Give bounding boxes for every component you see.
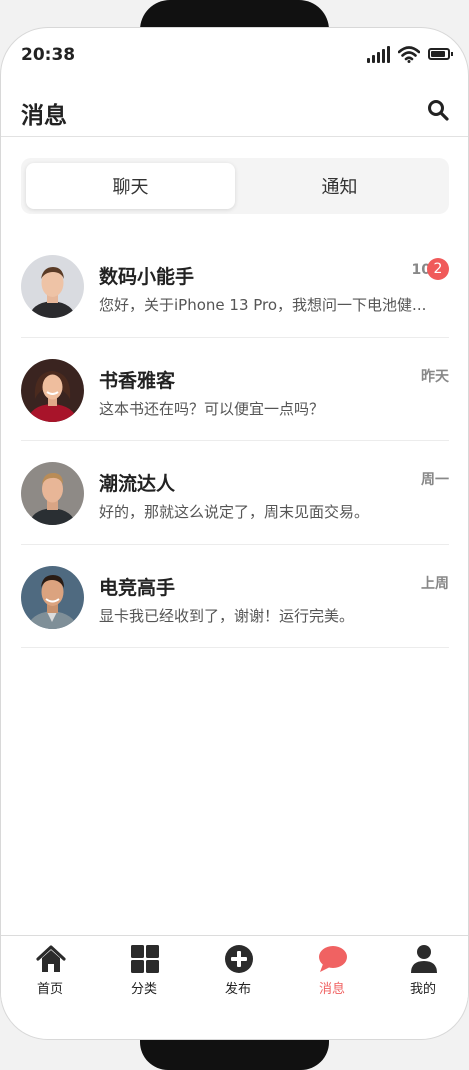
nav-messages[interactable]: 消息	[285, 944, 379, 1000]
chat-tabs: 聊天 通知	[21, 158, 449, 214]
chat-item[interactable]: 数码小能手 您好，关于iPhone 13 Pro，我想问一下电池健... 10 …	[21, 234, 449, 338]
plus-circle-icon	[225, 945, 253, 973]
status-bar: 20:38	[1, 28, 468, 84]
page-title: 消息	[21, 103, 67, 129]
chat-time: 周一	[421, 472, 449, 488]
search-icon[interactable]	[426, 98, 450, 122]
unread-badge: 2	[427, 258, 449, 280]
wifi-icon	[398, 45, 420, 63]
signal-icon	[367, 45, 390, 63]
home-icon	[36, 945, 66, 972]
avatar	[21, 462, 84, 525]
status-icons	[367, 45, 453, 63]
chat-item[interactable]: 书香雅客 这本书还在吗？可以便宜一点吗？ 昨天	[21, 338, 449, 441]
avatar	[21, 255, 84, 318]
nav-home[interactable]: 首页	[3, 944, 97, 1000]
nav-label: 我的	[409, 982, 436, 997]
nav-label: 消息	[318, 982, 345, 997]
chat-name: 书香雅客	[99, 369, 176, 392]
chat-message-preview: 好的，那就这么说定了，周末见面交易。	[99, 503, 370, 521]
chat-item[interactable]: 电竞高手 显卡我已经收到了，谢谢！运行完美。 上周	[21, 545, 449, 648]
tab-notifications[interactable]: 通知	[235, 163, 444, 209]
chat-message-preview: 您好，关于iPhone 13 Pro，我想问一下电池健...	[99, 296, 427, 314]
nav-profile[interactable]: 我的	[376, 944, 468, 1000]
nav-publish[interactable]: 发布	[191, 944, 285, 1000]
chat-time: 上周	[421, 575, 449, 592]
page-header: 消息	[1, 84, 468, 137]
grid-icon	[131, 945, 159, 973]
nav-category[interactable]: 分类	[97, 944, 191, 1000]
user-icon	[411, 945, 437, 973]
avatar	[21, 565, 84, 629]
chat-list: 数码小能手 您好，关于iPhone 13 Pro，我想问一下电池健... 10 …	[21, 234, 449, 648]
nav-label: 发布	[224, 982, 251, 997]
bottom-nav: 首页 分类 发布 消息 我的	[1, 935, 468, 1001]
chat-time: 昨天	[421, 368, 449, 385]
chat-message-preview: 显卡我已经收到了，谢谢！运行完美。	[99, 606, 355, 625]
chat-name: 数码小能手	[99, 266, 195, 288]
avatar	[21, 358, 84, 422]
phone-screen: 20:38 消息 聊天 通知 数码小能手 您好，关于iPhone 13 Pro，…	[0, 27, 469, 1040]
battery-icon	[428, 48, 453, 60]
chat-message-preview: 这本书还在吗？可以便宜一点吗？	[99, 399, 325, 418]
status-time: 20:38	[21, 45, 76, 65]
chat-name: 潮流达人	[99, 473, 176, 495]
chat-bubble-icon	[319, 946, 347, 972]
tab-chat[interactable]: 聊天	[26, 163, 235, 209]
chat-name: 电竞高手	[99, 576, 176, 599]
chat-item[interactable]: 潮流达人 好的，那就这么说定了，周末见面交易。 周一	[21, 441, 449, 545]
nav-label: 分类	[130, 982, 157, 997]
nav-label: 首页	[36, 982, 63, 997]
